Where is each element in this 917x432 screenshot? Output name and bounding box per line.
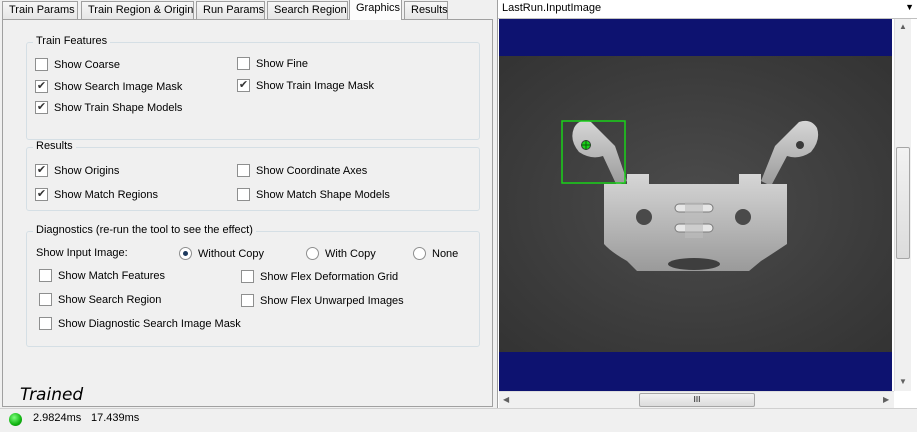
without-copy-label: Without Copy (198, 247, 265, 260)
show-flex-unwarped-images-label: Show Flex Unwarped Images (260, 294, 404, 307)
chevron-down-icon[interactable]: ▼ (905, 2, 914, 12)
radio-circle[interactable] (179, 247, 192, 260)
diagnostics-group: Diagnostics (re-run the tool to see the … (26, 224, 480, 347)
results-title: Results (33, 140, 76, 152)
radio-circle[interactable] (413, 247, 426, 260)
show-match-features-label: Show Match Features (58, 269, 165, 282)
checkbox-box[interactable] (39, 317, 52, 330)
show-train-shape-models-label: Show Train Shape Models (54, 101, 183, 114)
train-features-title: Train Features (33, 35, 111, 47)
checkbox-box[interactable] (237, 188, 250, 201)
scroll-down-icon[interactable]: ▼ (899, 377, 907, 386)
train-features-group: Train Features Show Coarse Show Fine ✔ S… (26, 35, 480, 140)
radio-circle[interactable] (306, 247, 319, 260)
tab-train-region-origin[interactable]: Train Region & Origin (81, 1, 194, 19)
horizontal-scrollbar[interactable]: ◀ III ▶ (499, 391, 894, 408)
show-match-shape-models-label: Show Match Shape Models (256, 188, 390, 201)
show-origins-label: Show Origins (54, 164, 120, 177)
with-copy-radio[interactable]: With Copy (306, 247, 376, 260)
tab-strip: Train Params Train Region & Origin Run P… (2, 0, 493, 20)
image-viewer[interactable] (499, 19, 892, 391)
status-indicator-icon (9, 413, 22, 426)
tab-results[interactable]: Results (404, 1, 448, 19)
horizontal-scroll-thumb[interactable]: III (639, 393, 755, 407)
checkbox-box[interactable]: ✔ (35, 164, 48, 177)
show-coordinate-axes-checkbox[interactable]: Show Coordinate Axes (237, 164, 367, 177)
tab-search-region[interactable]: Search Region (267, 1, 348, 19)
show-search-image-mask-checkbox[interactable]: ✔ Show Search Image Mask (35, 80, 182, 93)
vertical-scrollbar[interactable]: ▲ ▼ (894, 19, 911, 391)
camera-image (499, 56, 892, 352)
show-coordinate-axes-label: Show Coordinate Axes (256, 164, 368, 177)
show-match-features-checkbox[interactable]: Show Match Features (39, 269, 165, 282)
status-bar: 2.9824ms 17.439ms (0, 408, 917, 432)
show-search-region-label: Show Search Region (58, 293, 162, 306)
checkbox-box[interactable] (241, 294, 254, 307)
show-flex-deformation-grid-label: Show Flex Deformation Grid (260, 270, 399, 283)
without-copy-radio[interactable]: Without Copy (179, 247, 264, 260)
scroll-up-icon[interactable]: ▲ (899, 22, 907, 31)
checkbox-box[interactable] (35, 58, 48, 71)
image-display-pane: LastRun.InputImage ▼ ▲ ▼ ◀ III ▶ (497, 0, 917, 408)
show-train-shape-models-checkbox[interactable]: ✔ Show Train Shape Models (35, 101, 182, 114)
show-diagnostic-search-image-mask-label: Show Diagnostic Search Image Mask (58, 317, 241, 330)
total-time: 17.439ms (91, 412, 140, 424)
show-train-image-mask-checkbox[interactable]: ✔ Show Train Image Mask (237, 79, 374, 92)
scroll-left-icon[interactable]: ◀ (503, 395, 509, 404)
show-match-regions-checkbox[interactable]: ✔ Show Match Regions (35, 188, 158, 201)
show-coarse-label: Show Coarse (54, 58, 121, 71)
none-label: None (432, 247, 459, 260)
scroll-right-icon[interactable]: ▶ (883, 395, 889, 404)
radio-dot (183, 251, 188, 256)
show-input-image-label: Show Input Image: (36, 247, 128, 259)
vertical-scroll-thumb[interactable] (896, 147, 910, 259)
with-copy-label: With Copy (325, 247, 376, 260)
none-radio[interactable]: None (413, 247, 458, 260)
show-coarse-checkbox[interactable]: Show Coarse (35, 58, 120, 71)
trained-status-label: Trained (20, 385, 84, 405)
show-flex-deformation-grid-checkbox[interactable]: Show Flex Deformation Grid (241, 270, 398, 283)
show-search-image-mask-label: Show Search Image Mask (54, 80, 183, 93)
checkbox-box[interactable]: ✔ (237, 79, 250, 92)
diagnostics-title: Diagnostics (re-run the tool to see the … (33, 224, 256, 236)
checkbox-box[interactable] (237, 57, 250, 70)
part-image (561, 120, 819, 271)
image-selector-value: LastRun.InputImage (502, 2, 602, 14)
last-run-time: 2.9824ms (33, 412, 82, 424)
show-origins-checkbox[interactable]: ✔ Show Origins (35, 164, 119, 177)
show-flex-unwarped-images-checkbox[interactable]: Show Flex Unwarped Images (241, 294, 404, 307)
show-fine-checkbox[interactable]: Show Fine (237, 57, 308, 70)
tab-graphics[interactable]: Graphics (349, 0, 402, 20)
graphics-tab-page: Train Features Show Coarse Show Fine ✔ S… (2, 19, 493, 407)
show-search-region-checkbox[interactable]: Show Search Region (39, 293, 161, 306)
checkbox-box[interactable] (39, 269, 52, 282)
results-group: Results ✔ Show Origins Show Coordinate A… (26, 140, 480, 211)
tab-train-params[interactable]: Train Params (2, 1, 78, 19)
checkbox-box[interactable] (241, 270, 254, 283)
checkbox-box[interactable] (39, 293, 52, 306)
tab-run-params[interactable]: Run Params (196, 1, 265, 19)
show-match-regions-label: Show Match Regions (54, 188, 158, 201)
image-selector-dropdown[interactable]: LastRun.InputImage ▼ (498, 0, 917, 19)
tool-edit-pane: Train Params Train Region & Origin Run P… (0, 0, 495, 408)
checkbox-box[interactable] (237, 164, 250, 177)
show-match-shape-models-checkbox[interactable]: Show Match Shape Models (237, 188, 390, 201)
show-fine-label: Show Fine (256, 57, 308, 70)
show-diagnostic-search-image-mask-checkbox[interactable]: Show Diagnostic Search Image Mask (39, 317, 241, 330)
checkbox-box[interactable]: ✔ (35, 80, 48, 93)
show-train-image-mask-label: Show Train Image Mask (256, 79, 374, 92)
checkbox-box[interactable]: ✔ (35, 101, 48, 114)
scroll-grip-icon: III (693, 395, 701, 404)
checkbox-box[interactable]: ✔ (35, 188, 48, 201)
